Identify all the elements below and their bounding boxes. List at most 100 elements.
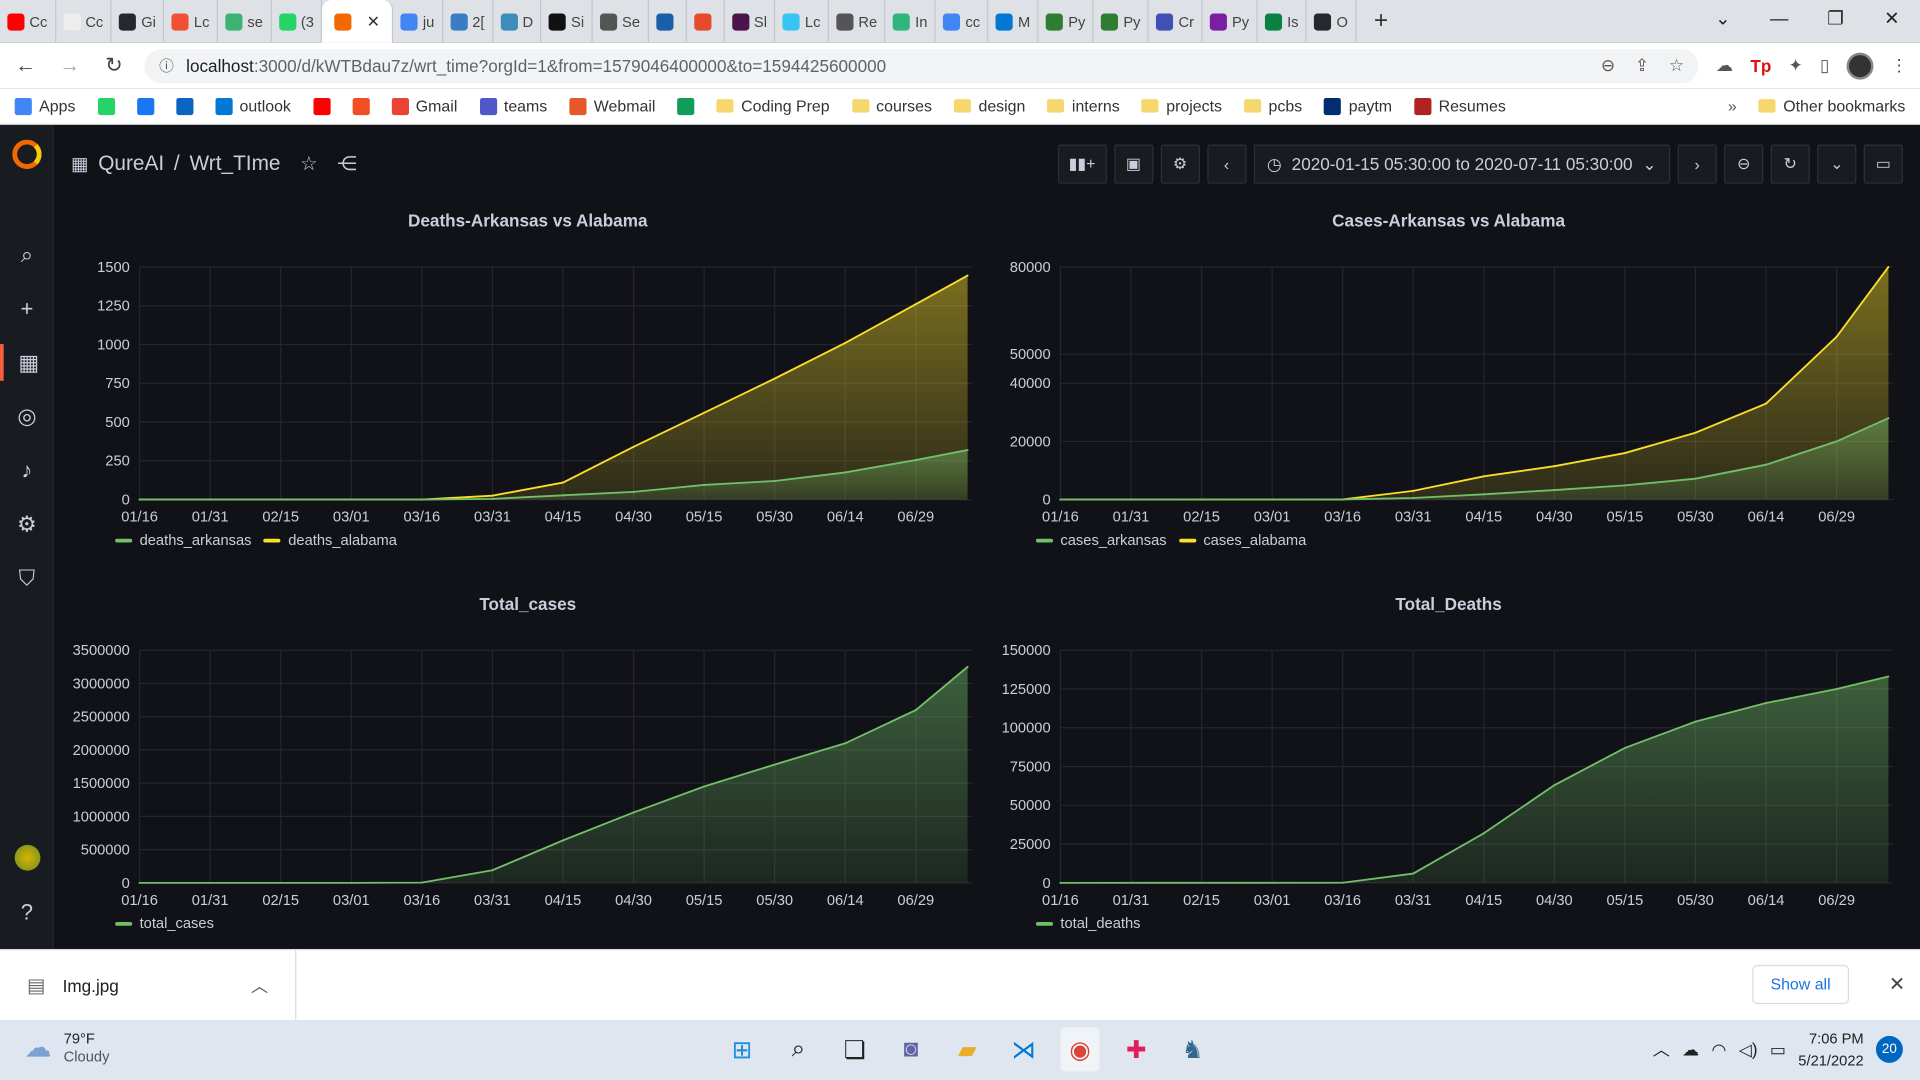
tray-overflow-chevron-icon[interactable]: ︿ [1653,1037,1670,1061]
panel-title[interactable]: Total_Deaths [989,587,1907,621]
alerting-bell-icon[interactable]: ♪ [0,452,54,489]
time-range-picker[interactable]: ◷ 2020-01-15 05:30:00 to 2020-07-11 05:30… [1253,144,1671,184]
browser-tab[interactable]: Lc [776,0,830,43]
bookmark-drive[interactable] [677,97,695,115]
bookmark-folder[interactable]: courses [851,97,932,115]
create-plus-icon[interactable]: + [0,290,54,327]
panel-cases-arkansas-vs-alabama[interactable]: 0 20000 40000 50000 80000 01/16 01/31 02/15 03/0… [989,203,1907,570]
browser-tab[interactable]: Py [1039,0,1094,43]
legend-item[interactable]: deaths_arkansas [115,531,252,549]
notification-count-badge[interactable]: 20 [1875,1035,1903,1063]
browser-tab[interactable]: Cr [1149,0,1203,43]
bookmark-webmail[interactable]: Webmail [569,97,655,115]
bookmark-resumes[interactable]: Resumes [1414,97,1506,115]
maximize-button[interactable]: ❐ [1807,0,1863,43]
bookmark-facebook[interactable] [136,97,154,115]
browser-tab[interactable]: Cc [0,0,56,43]
browser-tab[interactable]: ✕ [322,0,394,43]
bookmark-paytm[interactable]: paytm [1324,97,1392,115]
panel-title[interactable]: Deaths-Arkansas vs Alabama [69,203,987,237]
other-bookmarks-folder[interactable]: Other bookmarks [1758,97,1905,115]
site-info-icon[interactable]: ⓘ [159,55,174,76]
show-all-downloads-button[interactable]: Show all [1752,964,1849,1005]
bookmarks-overflow-button[interactable]: » [1728,97,1737,115]
search-icon[interactable]: ⌕ [0,236,54,273]
add-panel-button[interactable]: ▮▮+ [1057,144,1107,184]
dashboard-title[interactable]: Wrt_TIme [190,152,281,176]
legend-item[interactable]: total_cases [115,915,214,932]
browser-tab[interactable]: Is [1258,0,1308,43]
cycle-view-mode-button[interactable]: ▭ [1863,144,1903,184]
browser-tab[interactable]: (3 [271,0,323,43]
chevron-up-icon[interactable]: ︿ [251,973,268,997]
back-button[interactable]: ← [12,53,39,77]
browser-tab[interactable]: 2[ [443,0,494,43]
search-icon[interactable]: ⌕ [779,1027,818,1071]
browser-tab[interactable] [649,0,687,43]
time-shift-forward-button[interactable]: › [1677,144,1717,184]
zoom-out-time-button[interactable]: ⊖ [1724,144,1764,184]
close-window-button[interactable]: ✕ [1864,0,1920,43]
time-shift-back-button[interactable]: ‹ [1206,144,1247,184]
browser-tab[interactable]: Se [593,0,649,43]
taskbar-clock[interactable]: 7:06 PM 5/21/2022 [1798,1027,1863,1071]
breadcrumb-folder[interactable]: QureAI [98,152,164,176]
legend-item[interactable]: cases_arkansas [1035,531,1167,549]
postgres-elephant-icon[interactable]: ♞ [1173,1027,1212,1071]
close-tab-icon[interactable]: ✕ [367,12,380,32]
dashboard-settings-button[interactable]: ⚙ [1160,144,1200,184]
browser-tab[interactable]: M [989,0,1039,43]
browser-tab[interactable]: Lc [165,0,218,43]
bookmark-gmail[interactable]: Gmail [391,97,457,115]
bookmark-outlook[interactable]: outlook [215,97,291,115]
panel-title[interactable]: Total_cases [69,587,987,621]
browser-tab[interactable]: In [886,0,937,43]
server-admin-shield-icon[interactable]: ⛉ [0,560,54,597]
address-bar[interactable]: ⓘ localhost:3000/d/kWTBdau7z/wrt_time?or… [144,48,1699,83]
bookmark-whatsapp[interactable] [97,97,115,115]
browser-tab[interactable]: D [493,0,542,43]
help-icon[interactable]: ? [0,894,54,931]
browser-tab[interactable]: cc [936,0,989,43]
grafana-logo-icon[interactable] [12,139,42,169]
dashboards-grid-icon[interactable]: ▦ [0,344,54,381]
profile-avatar[interactable] [1846,52,1874,79]
bookmark-folder[interactable]: interns [1047,97,1120,115]
bookmark-folder[interactable]: pcbs [1244,97,1302,115]
browser-tab[interactable]: Gi [112,0,165,43]
browser-menu-icon[interactable]: ⋮ [1891,55,1908,76]
forward-button[interactable]: → [56,53,83,77]
panel-deaths-arkansas-vs-alabama[interactable]: 0 250 500 750 1000 1250 1500 01/16 01/31 02/15 03/… [69,203,987,570]
extension-cloud-icon[interactable]: ☁ [1716,55,1733,76]
new-tab-button[interactable]: + [1366,7,1395,35]
extension-tp-icon[interactable]: Tp [1750,56,1771,76]
refresh-interval-picker[interactable]: ⌄ [1817,144,1857,184]
share-dashboard-icon[interactable]: ⋲ [337,152,357,176]
bookmark-youtube[interactable] [312,97,331,115]
browser-tab[interactable]: O [1307,0,1357,43]
bookmark-teams[interactable]: teams [479,97,547,115]
minimize-button[interactable]: — [1751,0,1807,43]
mark-favorite-star-icon[interactable]: ☆ [300,152,318,176]
bookmark-folder[interactable]: projects [1141,97,1222,115]
side-panel-icon[interactable]: ▯ [1820,55,1829,76]
browser-tab[interactable]: Cc [56,0,112,43]
refresh-dashboard-button[interactable]: ↻ [1770,144,1810,184]
configuration-gear-icon[interactable]: ⚙ [0,506,54,543]
bookmark-linkedin[interactable] [175,97,194,115]
browser-tab[interactable] [687,0,725,43]
chrome-icon[interactable]: ◉ [1060,1027,1100,1072]
browser-tab[interactable]: Si [542,0,593,43]
panel-total-deaths[interactable]: 0 25000 50000 75000 100000 125000 150000 01/16 0… [989,587,1907,954]
slack-icon[interactable]: ✚ [1117,1027,1156,1071]
file-explorer-icon[interactable]: ▰ [948,1027,987,1071]
download-item[interactable]: ▤ Img.jpg ︿ [0,950,297,1022]
panel-total-cases[interactable]: 0 500000 1000000 1500000 2000000 2500000 30000… [69,587,987,954]
bookmark-star-icon[interactable]: ☆ [1669,55,1684,76]
browser-tab[interactable]: se [218,0,272,43]
share-page-icon[interactable]: ⇪ [1635,55,1649,76]
task-view-icon[interactable]: ❏ [835,1027,874,1071]
vscode-icon[interactable]: ⋊ [1004,1027,1043,1071]
bookmark-apps-grid[interactable]: Apps [14,97,75,115]
close-download-bar-icon[interactable]: ✕ [1889,972,1905,996]
